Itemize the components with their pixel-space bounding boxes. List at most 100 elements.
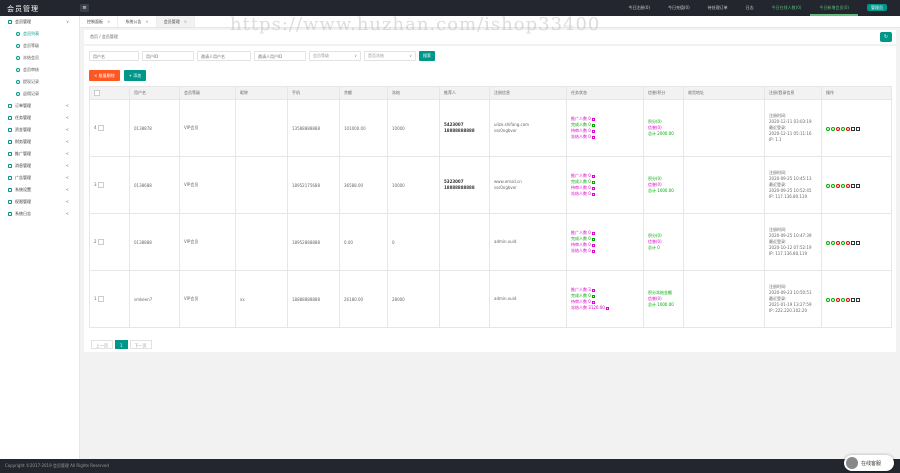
sidebar-subitem[interactable]: 返佣记录 (0, 88, 79, 100)
frozen-select[interactable]: 是否冻结 ∨ (364, 51, 416, 61)
freeze-icon[interactable] (836, 240, 840, 245)
edit-icon[interactable] (851, 297, 855, 302)
check-icon[interactable] (591, 180, 595, 184)
sidebar-item[interactable]: 推广管理 < (0, 148, 79, 160)
select-all-checkbox[interactable] (94, 90, 100, 96)
check-icon[interactable] (831, 240, 835, 245)
sidebar-subitem[interactable]: 冻结会员 (0, 52, 79, 64)
check-icon[interactable] (591, 288, 595, 292)
table-row[interactable]: 3 0138688 VIP会员 18952175688 36588.00 10000 53… (89, 156, 892, 214)
sidebar-item[interactable]: 订单管理 < (0, 100, 79, 112)
edit-icon[interactable] (851, 183, 855, 188)
check-icon[interactable] (591, 243, 595, 247)
check-icon[interactable] (591, 174, 595, 178)
page-button[interactable]: 1 (115, 340, 128, 349)
row-checkbox[interactable] (97, 296, 104, 302)
lock-icon[interactable] (841, 297, 845, 302)
top-nav-item[interactable]: 今日在线人数(0) (763, 0, 811, 16)
top-nav-item[interactable]: 今日充值(0) (659, 0, 699, 16)
check-icon[interactable] (591, 129, 595, 133)
add-button[interactable]: + 添加 (123, 70, 147, 81)
check-icon[interactable] (831, 297, 835, 302)
lock-icon[interactable] (841, 126, 845, 131)
lock-icon[interactable] (841, 183, 845, 188)
freeze-icon[interactable] (836, 183, 840, 188)
top-nav-item[interactable]: 日志 (737, 0, 763, 16)
inviter-id-input[interactable] (254, 51, 306, 61)
table-row[interactable]: 2 0138888 VIP会员 18952888888 0.00 0 admin.xuid… (89, 213, 892, 271)
sidebar-subitem[interactable]: 会员审核 (0, 64, 79, 76)
tab-item[interactable]: 系统公告 × (118, 16, 157, 27)
delete-icon[interactable] (856, 126, 860, 131)
sidebar-item[interactable]: 系统设置 < (0, 184, 79, 196)
search-button[interactable]: 搜索 (419, 51, 435, 61)
row-id: 1 (94, 296, 97, 301)
check-icon[interactable] (831, 183, 835, 188)
inviter-username-input[interactable] (197, 51, 251, 61)
prev-page-button[interactable]: 上一页 (91, 340, 113, 349)
sidebar-subitem[interactable]: 提现记录 (0, 76, 79, 88)
row-checkbox[interactable] (97, 125, 104, 131)
approve-icon[interactable] (826, 183, 830, 188)
sidebar-item[interactable]: 任务管理 < (0, 112, 79, 124)
delete-icon[interactable] (856, 297, 860, 302)
approve-icon[interactable] (826, 240, 830, 245)
table-row[interactable]: 1 smkeen7 VIP会员 xx 18888888888 26180.00 28000… (89, 270, 892, 328)
tab-item[interactable]: 会员管理 × (156, 16, 196, 27)
check-icon[interactable] (591, 117, 595, 121)
check-icon[interactable] (591, 300, 595, 304)
username-input[interactable] (89, 51, 139, 61)
user-id-input[interactable] (142, 51, 194, 61)
reset-icon[interactable] (846, 240, 850, 245)
check-icon[interactable] (831, 126, 835, 131)
sidebar-subitem[interactable]: 会员列表 (0, 28, 79, 40)
check-icon[interactable] (591, 135, 595, 139)
lock-icon[interactable] (841, 240, 845, 245)
top-nav-item[interactable]: 今日注册(0) (619, 0, 659, 16)
check-icon[interactable] (591, 231, 595, 235)
tab-item[interactable]: 控制面板 × (80, 16, 119, 27)
sidebar-item[interactable]: 财务管理 < (0, 136, 79, 148)
close-icon[interactable]: × (184, 19, 187, 24)
table-row[interactable]: 4 0138878 VIP会员 13588888888 101000.00 10000 5… (89, 99, 892, 157)
edit-icon[interactable] (851, 240, 855, 245)
top-nav-item[interactable]: 今日新增会员(0) (810, 0, 858, 16)
close-icon[interactable]: × (145, 19, 148, 24)
check-icon[interactable] (591, 123, 595, 127)
sidebar-item[interactable]: 消息管理 < (0, 160, 79, 172)
check-icon[interactable] (605, 306, 609, 310)
approve-icon[interactable] (826, 126, 830, 131)
sidebar-item[interactable]: 权限管理 < (0, 196, 79, 208)
approve-icon[interactable] (826, 297, 830, 302)
top-nav-item[interactable]: 待处理订单 (699, 0, 737, 16)
reset-icon[interactable] (846, 183, 850, 188)
batch-delete-button[interactable]: × 批量删除 (89, 70, 120, 81)
check-icon[interactable] (591, 192, 595, 196)
freeze-icon[interactable] (836, 297, 840, 302)
member-level-select[interactable]: 会员等级 ∨ (309, 51, 361, 61)
close-icon[interactable]: × (107, 19, 110, 24)
sidebar-item[interactable]: 广告管理 < (0, 172, 79, 184)
online-service-button[interactable]: 在线客服 (844, 455, 894, 471)
sidebar-item[interactable]: 会员管理 ∨ (0, 16, 79, 28)
refresh-icon[interactable]: ↻ (880, 32, 892, 42)
sidebar-subitem[interactable]: 会员等级 (0, 40, 79, 52)
reset-icon[interactable] (846, 126, 850, 131)
check-icon[interactable] (591, 249, 595, 253)
row-checkbox[interactable] (97, 182, 104, 188)
freeze-icon[interactable] (836, 126, 840, 131)
next-page-button[interactable]: 下一页 (129, 340, 152, 349)
edit-icon[interactable] (851, 126, 855, 131)
check-icon[interactable] (591, 237, 595, 241)
delete-icon[interactable] (856, 183, 860, 188)
sidebar-item[interactable]: 系统日志 < (0, 208, 79, 220)
check-icon[interactable] (591, 186, 595, 190)
sidebar-item[interactable]: 资金管理 < (0, 124, 79, 136)
reset-icon[interactable] (846, 297, 850, 302)
menu-toggle-icon[interactable]: ≡ (80, 4, 89, 12)
row-checkbox[interactable] (97, 239, 104, 245)
check-icon[interactable] (591, 294, 595, 298)
delete-icon[interactable] (856, 240, 860, 245)
admin-badge[interactable]: 管理员 (867, 4, 887, 11)
top-nav-item[interactable]: 管理员 (858, 0, 896, 16)
